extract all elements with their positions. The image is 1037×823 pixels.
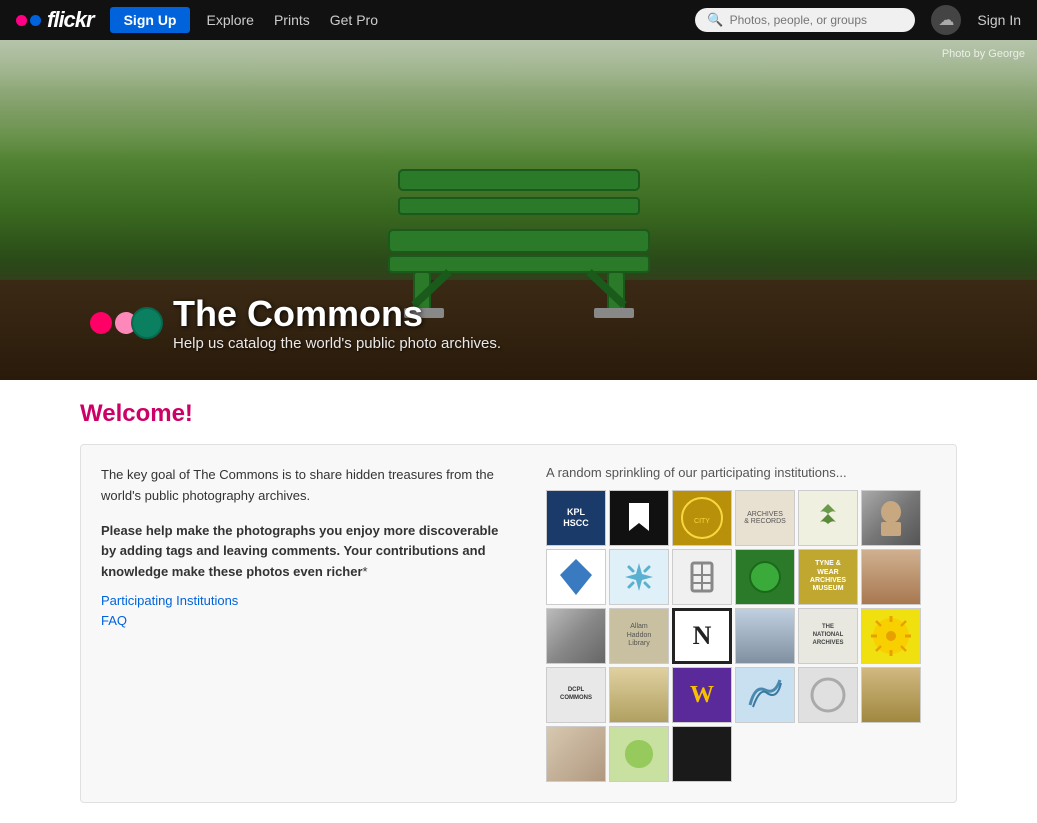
nav-explore[interactable]: Explore <box>206 12 253 28</box>
navbar: flickr Sign Up Explore Prints Get Pro 🔍 … <box>0 0 1037 40</box>
list-item[interactable] <box>735 549 795 605</box>
list-item[interactable] <box>798 667 858 723</box>
list-item[interactable] <box>798 490 858 546</box>
participating-institutions-link[interactable]: Participating Institutions <box>101 593 516 608</box>
list-item[interactable]: W <box>672 667 732 723</box>
hero-section: Photo by George The Commons Help us cata… <box>0 40 1037 380</box>
list-item[interactable] <box>609 726 669 782</box>
content-links: Participating Institutions FAQ <box>101 593 516 628</box>
intro-paragraph-1: The key goal of The Commons is to share … <box>101 465 516 507</box>
welcome-heading: Welcome! <box>80 400 957 428</box>
list-item[interactable] <box>735 667 795 723</box>
hero-text: The Commons Help us catalog the world's … <box>173 293 501 352</box>
list-item[interactable] <box>861 549 921 605</box>
nav-getpro[interactable]: Get Pro <box>330 12 378 28</box>
list-item[interactable] <box>546 726 606 782</box>
flickr-logo[interactable]: flickr <box>16 7 94 33</box>
search-bar: 🔍 <box>695 8 915 32</box>
upload-icon: ☁ <box>938 10 954 30</box>
list-item[interactable] <box>609 549 669 605</box>
list-item[interactable] <box>861 667 921 723</box>
content-box: The key goal of The Commons is to share … <box>80 444 957 803</box>
nav-links: Explore Prints Get Pro <box>206 12 679 28</box>
hero-title: The Commons <box>173 293 501 335</box>
content-area: Welcome! The key goal of The Commons is … <box>0 380 1037 823</box>
hero-subtitle: Help us catalog the world's public photo… <box>173 335 501 352</box>
list-item[interactable] <box>546 549 606 605</box>
photo-credit: Photo by George <box>942 48 1025 60</box>
signin-link[interactable]: Sign In <box>977 12 1021 28</box>
list-item[interactable] <box>735 608 795 664</box>
search-input[interactable] <box>730 13 890 27</box>
list-item[interactable] <box>672 549 732 605</box>
bench-illustration <box>359 120 679 320</box>
nav-prints[interactable]: Prints <box>274 12 310 28</box>
list-item[interactable] <box>609 490 669 546</box>
institutions-title: A random sprinkling of our participating… <box>546 465 936 480</box>
list-item[interactable] <box>546 608 606 664</box>
list-item[interactable] <box>861 490 921 546</box>
institutions-grid: KPLHSCC CITY ARCHIVES& RECORDS <box>546 490 936 782</box>
list-item[interactable]: TYNE &WEARARCHIVESMUSEUM <box>798 549 858 605</box>
upload-button[interactable]: ☁ <box>931 5 961 35</box>
right-column: A random sprinkling of our participating… <box>546 465 936 782</box>
list-item[interactable]: THENATIONALARCHIVES <box>798 608 858 664</box>
intro-paragraph-2: Please help make the photographs you enj… <box>101 521 516 583</box>
hero-title-area: The Commons Help us catalog the world's … <box>90 293 501 352</box>
left-column: The key goal of The Commons is to share … <box>101 465 516 782</box>
dot-pink-icon <box>16 15 27 26</box>
list-item[interactable]: CITY <box>672 490 732 546</box>
search-icon: 🔍 <box>707 12 723 28</box>
list-item[interactable]: N <box>672 608 732 664</box>
list-item[interactable] <box>672 726 732 782</box>
list-item[interactable] <box>861 608 921 664</box>
list-item[interactable]: ARCHIVES& RECORDS <box>735 490 795 546</box>
dot-blue-icon <box>30 15 41 26</box>
list-item[interactable]: KPLHSCC <box>546 490 606 546</box>
signup-button[interactable]: Sign Up <box>110 7 191 33</box>
list-item[interactable]: DCPLCOMMONS <box>546 667 606 723</box>
faq-link[interactable]: FAQ <box>101 613 516 628</box>
flickr-wordmark: flickr <box>47 7 94 33</box>
list-item[interactable]: AllamHaddonLibrary <box>609 608 669 664</box>
commons-logo <box>90 307 163 339</box>
list-item[interactable] <box>609 667 669 723</box>
svg-text:CITY: CITY <box>694 518 710 525</box>
